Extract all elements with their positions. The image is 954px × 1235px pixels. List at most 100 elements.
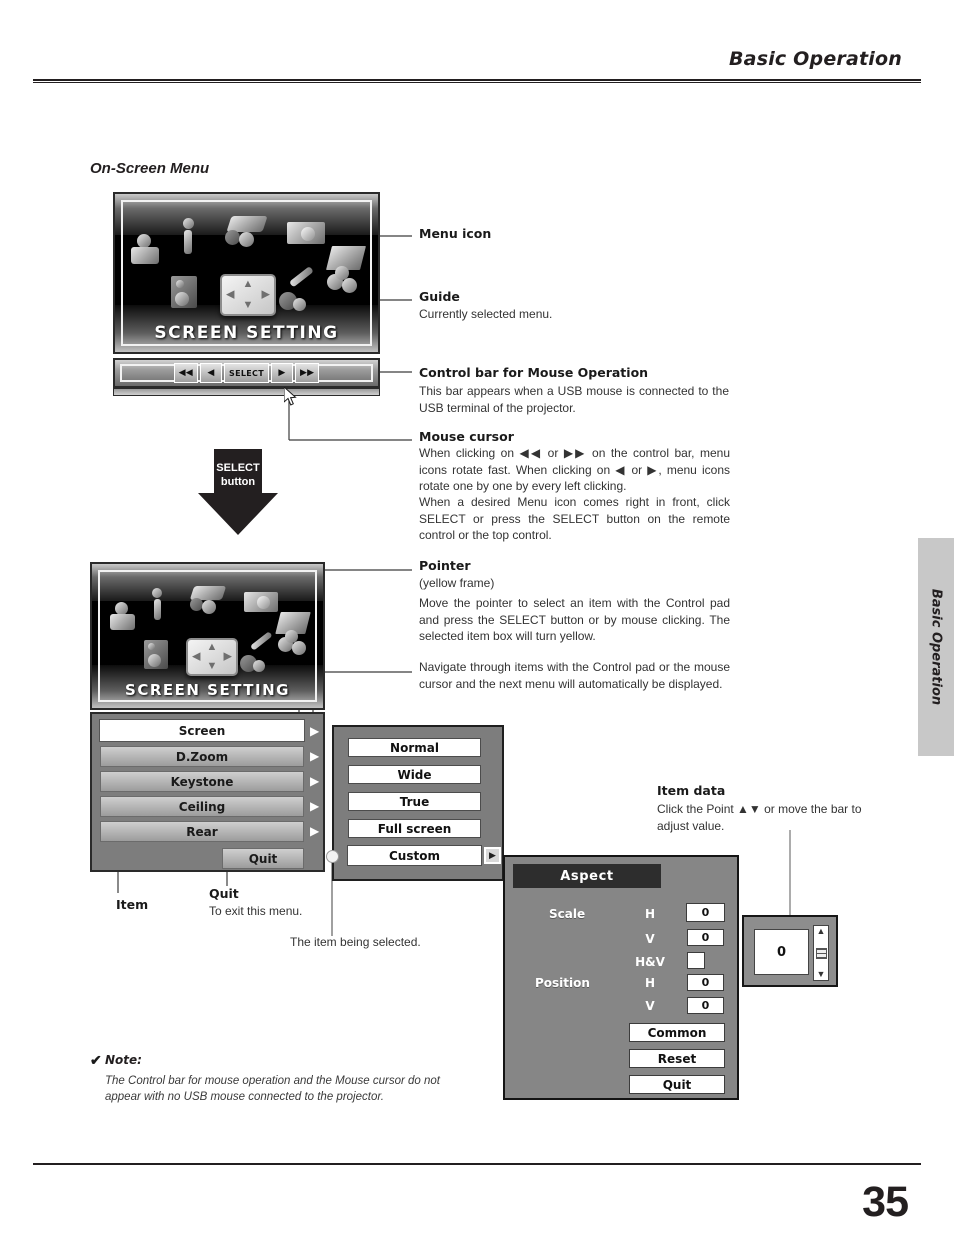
menu-icon-user xyxy=(131,234,161,270)
menu-icon-screen-setting xyxy=(287,222,325,244)
menu-icon-brush xyxy=(279,265,315,312)
aspect-dialog-title: Aspect xyxy=(513,864,661,888)
aspect-scale-label: Scale xyxy=(549,907,586,921)
menu-list-arrow-keystone: ▶ xyxy=(310,774,320,788)
scrollbar-up-arrow-icon[interactable]: ▲ xyxy=(817,927,826,936)
aspect-value-position-v[interactable]: 0 xyxy=(687,997,724,1014)
note-label: Note: xyxy=(105,1053,142,1067)
menu-list-item-rear[interactable]: Rear xyxy=(100,821,304,842)
menu-list-item-quit[interactable]: Quit xyxy=(222,848,304,869)
menu-icon-speaker-2 xyxy=(144,640,168,669)
annotation-mouse-cursor-title: Mouse cursor xyxy=(419,429,514,444)
menu-list-arrow-ceiling: ▶ xyxy=(310,799,320,813)
submenu-item-full-screen[interactable]: Full screen xyxy=(348,819,481,838)
aspect-checkbox-hv[interactable] xyxy=(687,952,705,969)
annotation-item-data-body: Click the Point ▲▼ or move the bar to ad… xyxy=(657,802,862,833)
aspect-position-label: Position xyxy=(535,976,590,990)
control-bar-mouse-operation[interactable]: ◀◀ ◀ SELECT ▶ ▶▶ xyxy=(113,358,380,388)
aspect-quit-button[interactable]: Quit xyxy=(629,1075,725,1094)
item-data-box: 0 ▲ ▼ xyxy=(742,915,838,987)
annotation-navigate-body: Navigate through items with the Control … xyxy=(419,660,730,691)
annotation-pointer-body: Move the pointer to select an item with … xyxy=(419,596,730,643)
submenu-next-button[interactable]: ▶ xyxy=(484,847,501,864)
annotation-control-bar-title: Control bar for Mouse Operation xyxy=(419,365,649,380)
aspect-value-scale-h[interactable]: 0 xyxy=(686,903,725,922)
control-bar-next-button[interactable]: ▶ xyxy=(270,363,293,383)
menu-icon-info xyxy=(181,218,195,254)
menu-icon-speaker xyxy=(171,276,197,308)
select-button-arrow-graphic: SELECT button xyxy=(198,449,278,539)
aspect-dialog: Aspect Scale Position H V H&V H V 0 0 0 … xyxy=(503,855,739,1100)
mouse-cursor-icon xyxy=(284,387,297,406)
menu-list-item-screen[interactable]: Screen xyxy=(99,719,305,742)
menu-icon-lens xyxy=(225,230,257,247)
submenu-panel-screen: Normal Wide True Full screen Custom ▶ xyxy=(332,725,504,881)
selected-item-marker-dot xyxy=(326,850,339,863)
page-header-title: Basic Operation xyxy=(728,48,902,70)
menu-icon-control-pad: ▲ ▼ ◀ ▶ xyxy=(220,274,276,316)
menu-icon-spheres xyxy=(327,266,361,294)
aspect-value-position-h[interactable]: 0 xyxy=(687,974,724,991)
osd-screen-bottom: ▲ ▼ ◀ ▶ SCREEN SETTING xyxy=(90,562,325,710)
annotation-pointer-title: Pointer xyxy=(419,558,471,573)
menu-list-arrow-screen: ▶ xyxy=(310,724,320,738)
menu-icon-brush-2 xyxy=(240,631,274,674)
menu-list-item-keystone[interactable]: Keystone xyxy=(100,771,304,792)
osd-screen-top: ▲ ▼ ◀ ▶ SCREEN SETTING xyxy=(113,192,380,354)
annotation-guide-body: Currently selected menu. xyxy=(419,307,553,321)
page-number: 35 xyxy=(862,1178,909,1226)
select-button-arrow-label: SELECT button xyxy=(198,461,278,489)
aspect-axis-scale-h: H xyxy=(644,907,656,921)
note-body: The Control bar for mouse operation and … xyxy=(105,1075,440,1103)
osd-bottom-guide-text: SCREEN SETTING xyxy=(125,681,290,700)
header-rule xyxy=(33,79,921,83)
menu-list-arrow-rear: ▶ xyxy=(310,824,320,838)
menu-icon-spheres-2 xyxy=(278,630,310,656)
item-data-value[interactable]: 0 xyxy=(754,929,809,975)
osd-base-shadow-top xyxy=(113,388,380,396)
annotation-menu-icon-title: Menu icon xyxy=(419,226,492,241)
scrollbar-down-arrow-icon[interactable]: ▼ xyxy=(817,970,826,979)
menu-list-item-dzoom[interactable]: D.Zoom xyxy=(100,746,304,767)
submenu-item-wide[interactable]: Wide xyxy=(348,765,481,784)
control-bar-prev-button[interactable]: ◀ xyxy=(200,363,223,383)
control-bar-fast-rewind-button[interactable]: ◀◀ xyxy=(173,363,199,383)
aspect-value-scale-v[interactable]: 0 xyxy=(687,929,724,946)
annotation-quit-title: Quit xyxy=(209,886,239,901)
submenu-item-normal[interactable]: Normal xyxy=(348,738,481,757)
submenu-item-true[interactable]: True xyxy=(348,792,481,811)
menu-list-panel: Screen D.Zoom Keystone Ceiling Rear Quit… xyxy=(90,712,325,872)
item-data-scrollbar[interactable]: ▲ ▼ xyxy=(813,925,829,981)
menu-icon-lens-2 xyxy=(190,598,219,614)
menu-list-arrow-dzoom: ▶ xyxy=(310,749,320,763)
aspect-axis-position-v: V xyxy=(645,999,655,1013)
submenu-item-custom[interactable]: Custom xyxy=(347,845,482,866)
menu-icon-user-2 xyxy=(110,602,138,634)
annotation-mouse-cursor-body1: When clicking on ◀◀ or ▶▶ on the control… xyxy=(419,446,730,493)
menu-icon-screen-setting-2 xyxy=(244,592,278,612)
aspect-common-button[interactable]: Common xyxy=(629,1023,725,1042)
menu-icon-info-2 xyxy=(151,588,164,620)
control-bar-fast-forward-button[interactable]: ▶▶ xyxy=(294,363,320,383)
menu-icon-control-pad-2: ▲ ▼ ◀ ▶ xyxy=(186,638,238,676)
annotation-item-selected-body: The item being selected. xyxy=(290,935,421,949)
note-check-icon: ✔ xyxy=(90,1052,102,1068)
control-bar-select-button[interactable]: SELECT xyxy=(224,363,269,383)
annotation-control-bar-body: This bar appears when a USB mouse is con… xyxy=(419,384,729,415)
scrollbar-thumb[interactable] xyxy=(815,947,827,959)
annotation-pointer-sub: (yellow frame) xyxy=(419,576,495,590)
aspect-axis-scale-hv: H&V xyxy=(635,955,665,969)
annotation-guide-title: Guide xyxy=(419,289,460,304)
aspect-axis-position-h: H xyxy=(644,976,656,990)
aspect-reset-button[interactable]: Reset xyxy=(629,1049,725,1068)
side-tab-basic-operation: Basic Operation xyxy=(918,538,954,756)
aspect-axis-scale-v: V xyxy=(645,932,655,946)
osd-guide-text: SCREEN SETTING xyxy=(154,322,339,343)
page-title: On-Screen Menu xyxy=(90,160,210,177)
annotation-quit-body: To exit this menu. xyxy=(209,904,303,918)
menu-list-item-ceiling[interactable]: Ceiling xyxy=(100,796,304,817)
annotation-item-data-title: Item data xyxy=(657,783,726,798)
footer-rule xyxy=(33,1163,921,1165)
annotation-item-title: Item xyxy=(116,897,149,912)
select-arrow-line2: button xyxy=(220,476,256,488)
